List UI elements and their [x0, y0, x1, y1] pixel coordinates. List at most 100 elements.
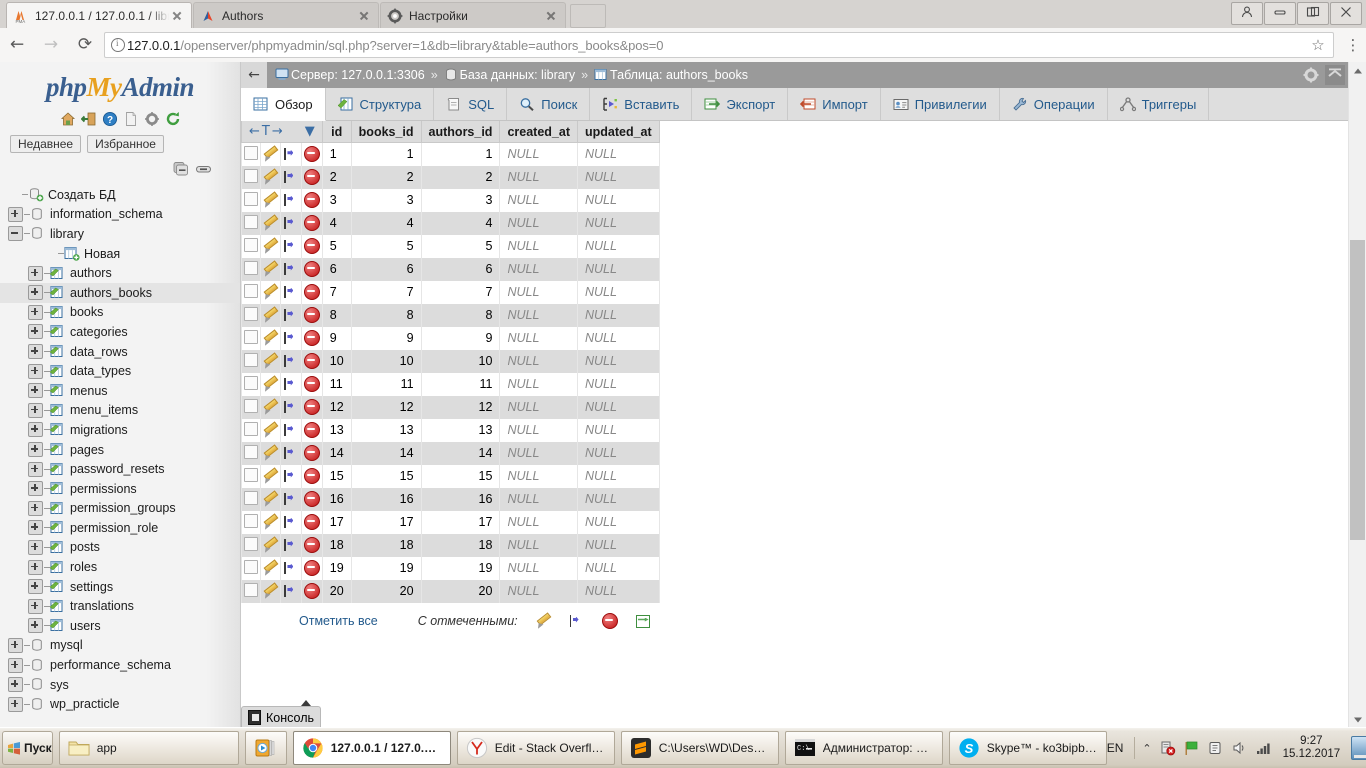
row-checkbox-cell[interactable]	[241, 464, 262, 488]
row-delete-cell[interactable]	[300, 326, 323, 350]
tree-item-posts[interactable]: posts	[0, 538, 240, 558]
row-copy-cell[interactable]	[280, 556, 302, 580]
tree-item-library[interactable]: library	[0, 224, 240, 244]
row-checkbox-cell[interactable]	[241, 280, 262, 304]
tree-item-users[interactable]: users	[0, 616, 240, 636]
row-checkbox-cell[interactable]	[241, 487, 262, 511]
delete-row-icon[interactable]	[303, 422, 320, 438]
row-copy-cell[interactable]	[280, 533, 302, 557]
row-checkbox-cell[interactable]	[241, 418, 262, 442]
row-checkbox-cell[interactable]	[241, 234, 262, 258]
start-button[interactable]: Пуск	[2, 731, 53, 765]
delete-row-icon[interactable]	[303, 330, 320, 346]
row-delete-cell[interactable]	[300, 280, 323, 304]
row-delete-cell[interactable]	[300, 303, 323, 327]
row-checkbox[interactable]	[244, 145, 259, 160]
tray-expand-icon[interactable]: ⌃	[1142, 742, 1151, 755]
row-checkbox-cell[interactable]	[241, 556, 262, 580]
row-edit-cell[interactable]	[260, 510, 282, 534]
taskbar-item-cmd[interactable]: C:\ Администратор: Sta...	[784, 731, 943, 765]
taskbar-item-skype[interactable]: S Skype™ - ko3bipb716...	[948, 731, 1107, 765]
delete-row-icon[interactable]	[303, 146, 320, 163]
collapse-panel-icon[interactable]	[1325, 65, 1345, 85]
row-edit-cell[interactable]	[260, 165, 282, 189]
bookmark-star-icon[interactable]: ☆	[1307, 36, 1329, 54]
breadcrumb-server[interactable]: Сервер: 127.0.0.1:3306	[275, 68, 425, 82]
tree-toggle-plus-icon[interactable]	[28, 324, 43, 340]
tree-item--[interactable]: Новая	[0, 244, 240, 264]
table-row[interactable]: 9 9 9 NULL NULL	[241, 326, 660, 350]
table-row[interactable]: 11 11 11 NULL NULL	[241, 372, 660, 396]
table-row[interactable]: 14 14 14 NULL NULL	[241, 441, 660, 465]
row-checkbox[interactable]	[244, 582, 259, 597]
row-checkbox-cell[interactable]	[241, 326, 262, 350]
tree-item-permission_groups[interactable]: permission_groups	[0, 499, 240, 519]
row-edit-cell[interactable]	[260, 188, 282, 212]
row-edit-cell[interactable]	[260, 372, 282, 396]
tree-toggle-plus-icon[interactable]	[28, 598, 43, 614]
row-delete-cell[interactable]	[300, 556, 323, 580]
delete-row-icon[interactable]	[303, 284, 320, 300]
delete-row-icon[interactable]	[303, 215, 320, 231]
delete-row-icon[interactable]	[303, 307, 320, 323]
minimize-button[interactable]	[1264, 1, 1296, 25]
copy-row-icon[interactable]	[283, 584, 298, 598]
tree-item-settings[interactable]: settings	[0, 577, 240, 597]
tree-item-permissions[interactable]: permissions	[0, 479, 240, 499]
tree-item-books[interactable]: books	[0, 303, 240, 323]
table-row[interactable]: 2 2 2 NULL NULL	[241, 165, 660, 189]
row-edit-cell[interactable]	[260, 556, 282, 580]
tree-item-data_rows[interactable]: data_rows	[0, 342, 240, 362]
copy-row-icon[interactable]	[283, 423, 298, 437]
forward-button[interactable]: →	[34, 30, 68, 60]
new-tab-button[interactable]	[570, 4, 606, 28]
edit-row-icon[interactable]	[263, 446, 278, 460]
tree-toggle-plus-icon[interactable]	[28, 520, 43, 536]
tree-item-menu_items[interactable]: menu_items	[0, 401, 240, 421]
volume-icon[interactable]	[1231, 740, 1248, 756]
pma-tab-обзор[interactable]: Обзор	[241, 88, 326, 121]
edit-row-icon[interactable]	[263, 147, 278, 161]
row-edit-cell[interactable]	[260, 579, 282, 603]
sort-header-cell[interactable]: ← T → ▼	[241, 121, 323, 143]
row-checkbox[interactable]	[244, 398, 259, 413]
taskbar-item-folder[interactable]: app	[58, 731, 239, 765]
copy-row-icon[interactable]	[283, 285, 298, 299]
row-copy-cell[interactable]	[280, 579, 302, 603]
check-all-link[interactable]: Отметить все	[299, 614, 378, 628]
row-edit-cell[interactable]	[260, 211, 282, 235]
table-row[interactable]: 5 5 5 NULL NULL	[241, 234, 660, 258]
tree-item-translations[interactable]: translations	[0, 596, 240, 616]
edit-row-icon[interactable]	[263, 216, 278, 230]
edit-row-icon[interactable]	[263, 331, 278, 345]
row-copy-cell[interactable]	[280, 418, 302, 442]
tree-toggle-plus-icon[interactable]	[8, 696, 23, 712]
tree-item-wp_practicle[interactable]: wp_practicle	[0, 694, 240, 714]
row-delete-cell[interactable]	[300, 349, 323, 373]
tree-toggle-plus-icon[interactable]	[8, 206, 23, 222]
table-row[interactable]: 12 12 12 NULL NULL	[241, 395, 660, 419]
copy-row-icon[interactable]	[283, 400, 298, 414]
tree-toggle-plus-icon[interactable]	[28, 539, 43, 555]
pma-tab-структура[interactable]: Структура	[325, 88, 435, 120]
tree-toggle-minus-icon[interactable]	[8, 226, 23, 242]
row-edit-cell[interactable]	[260, 464, 282, 488]
table-row[interactable]: 18 18 18 NULL NULL	[241, 533, 660, 557]
action-center-icon[interactable]	[1207, 740, 1224, 756]
copy-row-icon[interactable]	[283, 469, 298, 483]
row-checkbox[interactable]	[244, 237, 259, 252]
row-checkbox[interactable]	[244, 260, 259, 275]
edit-row-icon[interactable]	[263, 262, 278, 276]
tree-toggle-plus-icon[interactable]	[28, 285, 43, 301]
profile-button[interactable]	[1231, 1, 1263, 25]
row-copy-cell[interactable]	[280, 303, 302, 327]
delete-row-icon[interactable]	[303, 537, 320, 553]
row-copy-cell[interactable]	[280, 234, 302, 258]
edit-row-icon[interactable]	[263, 469, 278, 483]
taskbar-item-yandex[interactable]: Edit - Stack Overflow ...	[456, 731, 615, 765]
row-checkbox[interactable]	[244, 559, 259, 574]
row-edit-cell[interactable]	[260, 234, 282, 258]
settings-icon[interactable]	[144, 111, 160, 127]
row-checkbox[interactable]	[244, 352, 259, 367]
breadcrumb-database[interactable]: База данных: library	[444, 68, 575, 82]
